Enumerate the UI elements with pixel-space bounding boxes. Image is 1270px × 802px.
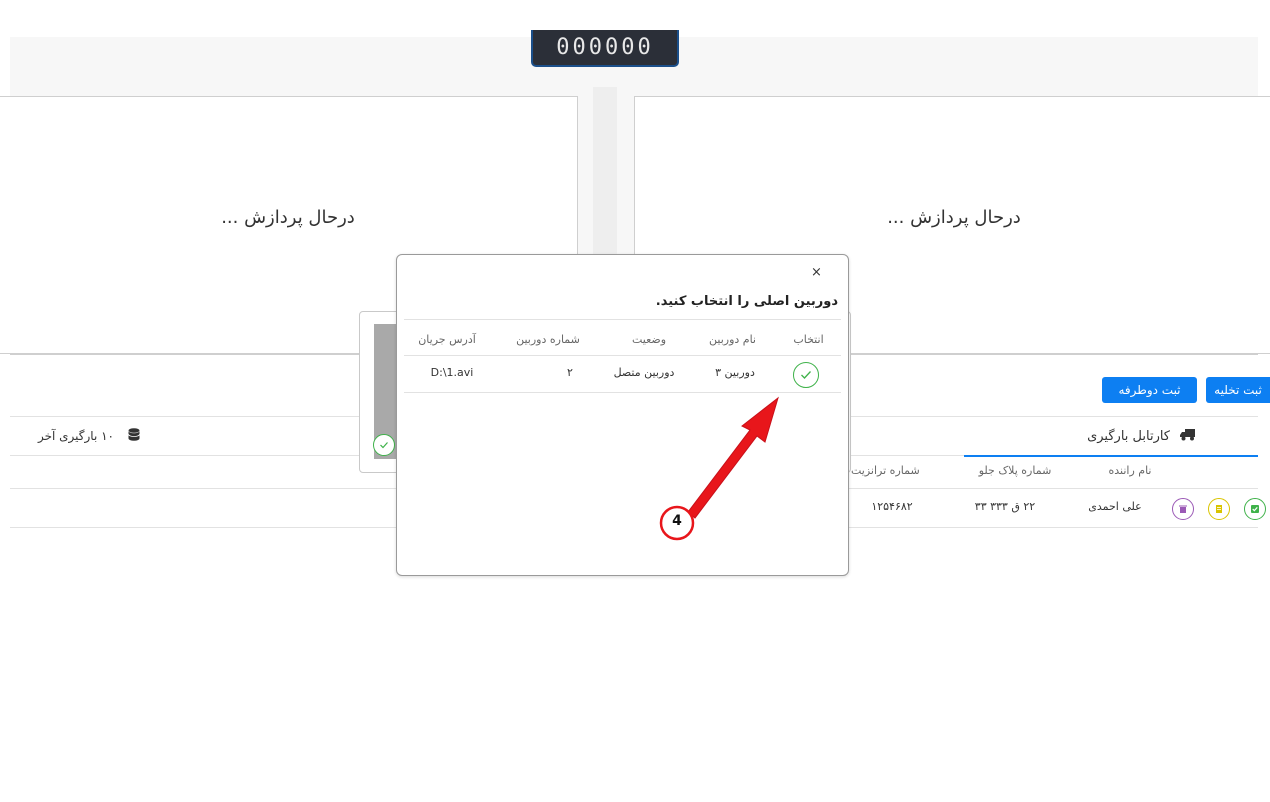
dialog-header-divider — [404, 319, 841, 320]
tab-kartabl-label: کارتابل بارگیری — [1087, 428, 1170, 444]
dialog-cell-camera-name: دوربین ۳ — [715, 366, 755, 379]
trash-icon[interactable] — [1172, 498, 1194, 520]
dialog-cell-status: دوربین متصل — [613, 366, 675, 379]
dialog-column-status: وضعیت — [631, 333, 667, 346]
database-icon — [128, 428, 140, 444]
truck-icon — [1180, 428, 1196, 445]
dialog-table-header-divider — [404, 355, 841, 356]
tab-loading-kartabl[interactable]: کارتابل بارگیری — [964, 417, 1258, 457]
dialog-cell-camera-number: ۲ — [567, 366, 573, 379]
annotation-step-number: 4 — [672, 513, 682, 529]
tab-recent-loadings[interactable]: ۱۰ بارگیری آخر — [0, 417, 140, 455]
column-header-plate: شماره پلاک جلو — [978, 464, 1052, 477]
document-icon[interactable] — [1208, 498, 1230, 520]
cell-transit: ۱۲۵۴۶۸۲ — [871, 500, 913, 513]
dialog-column-stream-address: آدرس جریان — [418, 333, 476, 346]
register-double-button[interactable]: ثبت دوطرفه — [1102, 377, 1197, 403]
select-camera-check-icon[interactable] — [793, 362, 819, 388]
close-icon[interactable]: × — [811, 265, 822, 280]
cell-driver: علی احمدی — [1088, 500, 1142, 513]
column-header-driver: نام راننده — [1108, 464, 1152, 477]
cell-plate: ۲۲ ق ۳۳۳ ۳۳ — [974, 500, 1036, 513]
timer-display: 000000 — [531, 30, 679, 67]
background-check-icon — [373, 434, 395, 456]
dialog-column-camera-number: شماره دوربین — [516, 333, 580, 346]
dialog-column-camera-name: نام دوربین — [709, 333, 756, 346]
column-header-transit: شماره ترانزیت — [851, 464, 920, 477]
confirm-icon[interactable] — [1244, 498, 1266, 520]
dialog-column-select: انتخاب — [793, 333, 824, 346]
tab-recent-label: ۱۰ بارگیری آخر — [37, 429, 114, 443]
timer-digits: 000000 — [556, 35, 654, 60]
register-unload-button[interactable]: ثبت تخلیه — [1206, 377, 1270, 403]
dialog-cell-stream-address: D:\1.avi — [430, 366, 474, 379]
dialog-title: دوربین اصلی را انتخاب کنید. — [655, 294, 838, 309]
